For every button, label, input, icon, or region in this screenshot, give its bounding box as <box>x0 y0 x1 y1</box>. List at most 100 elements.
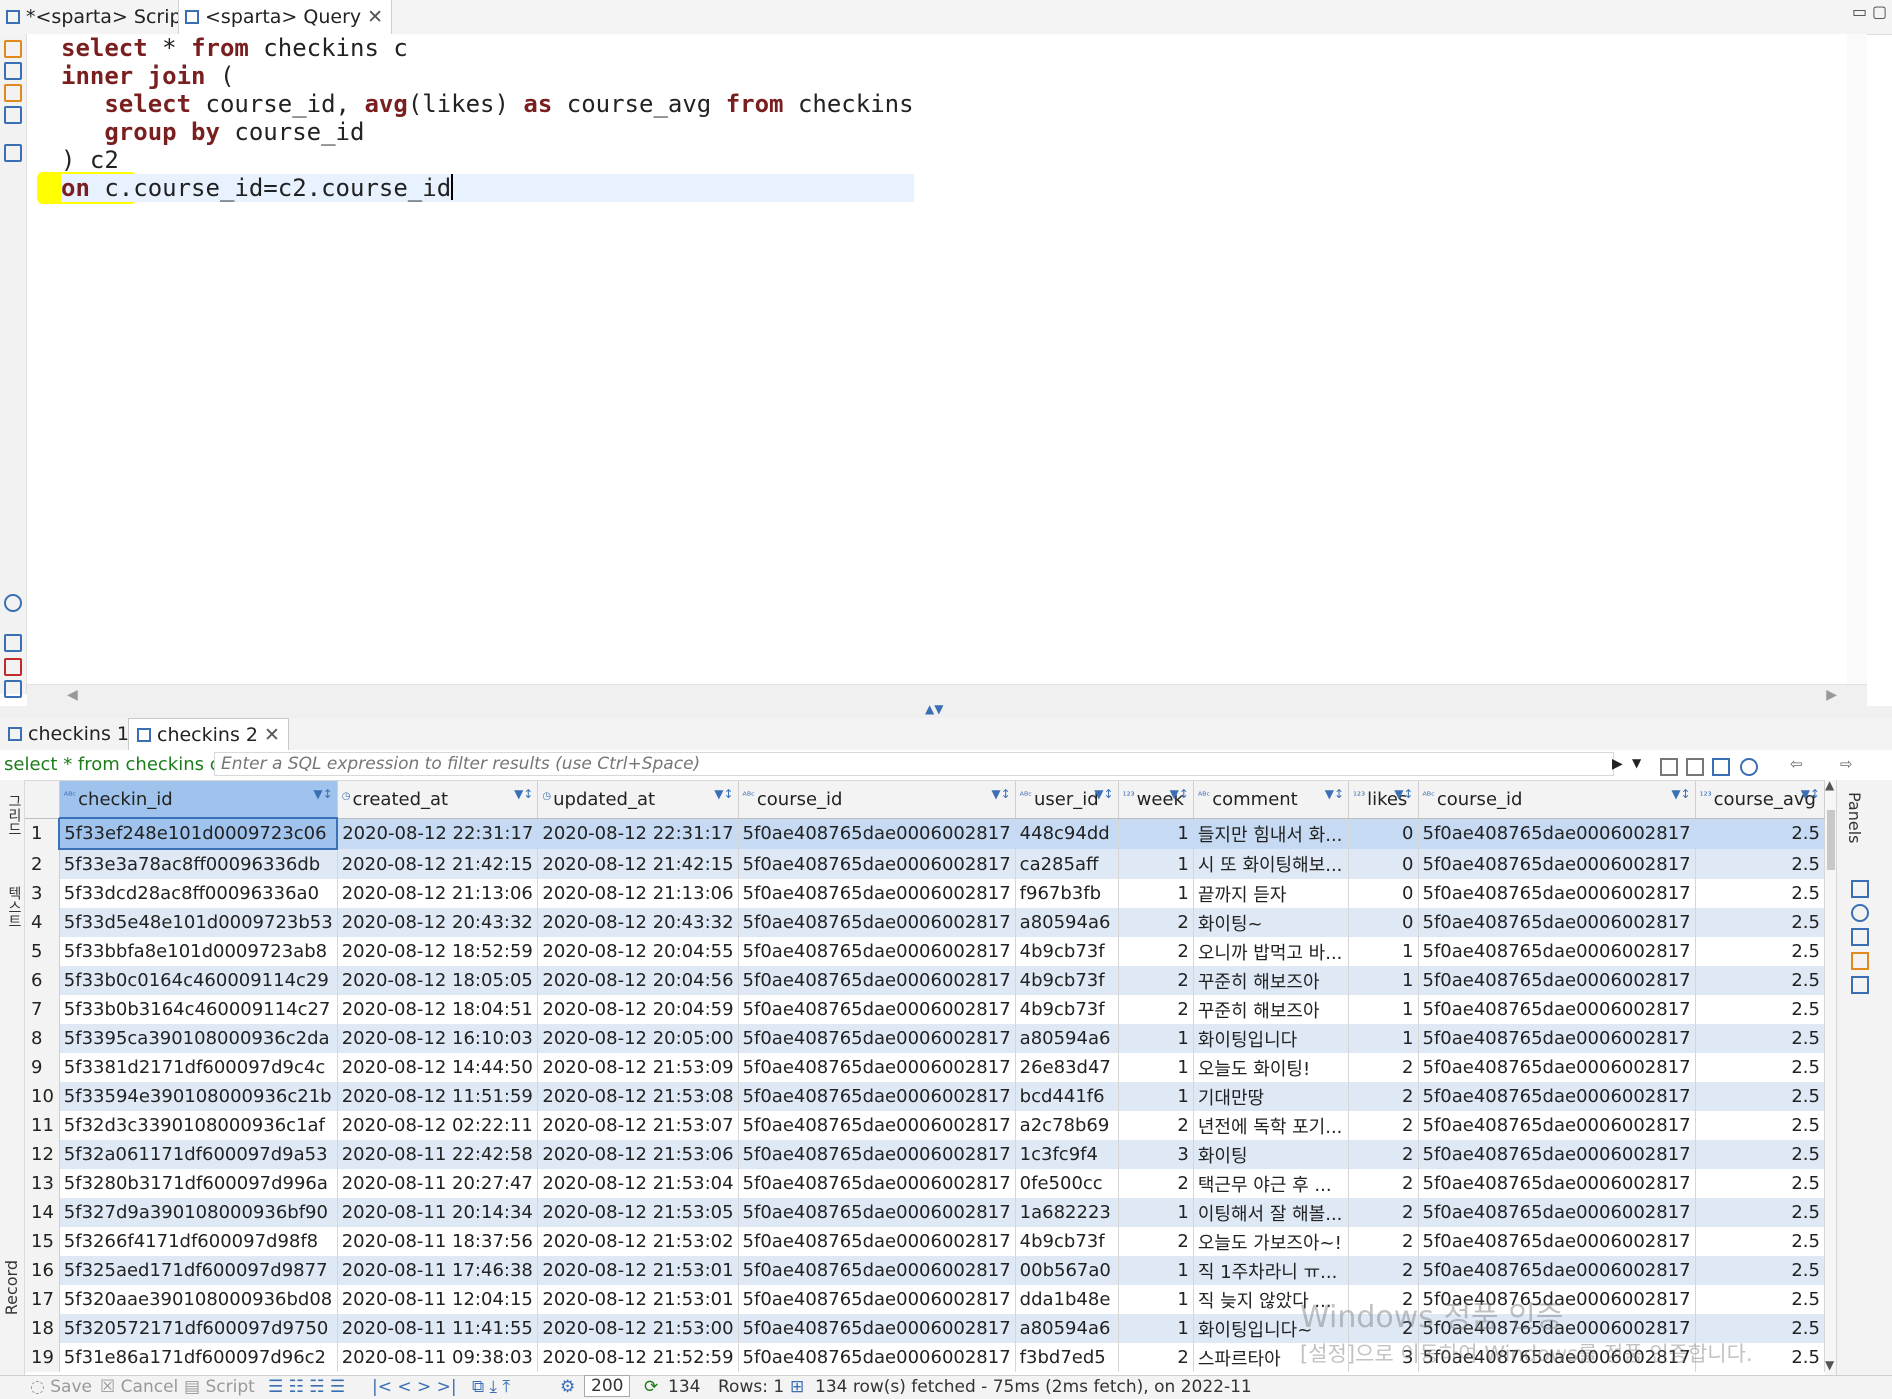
close-icon[interactable]: ✕ <box>367 6 383 28</box>
table-row[interactable]: 8 5f3395ca390108000936c2da 2020-08-12 16:1… <box>25 1024 1825 1053</box>
table-cell[interactable]: 1 <box>1348 966 1419 995</box>
table-row[interactable]: 3 5f33dcd28ac8ff00096336a0 2020-08-12 21:1… <box>25 879 1825 908</box>
explain-icon[interactable] <box>4 84 22 102</box>
fetch-settings-icon[interactable]: ⚙ <box>560 1377 575 1397</box>
link-icon[interactable] <box>1740 758 1758 776</box>
table-cell[interactable]: 1 <box>1118 1314 1194 1343</box>
table-cell[interactable]: 2 <box>1118 1169 1194 1198</box>
filter-settings-icon[interactable] <box>1686 758 1704 776</box>
panel-icon-2[interactable] <box>1851 904 1869 922</box>
script-button[interactable]: ▤ Script <box>184 1377 255 1397</box>
tab-query[interactable]: <sparta> Query ✕ <box>178 0 393 34</box>
sql-line[interactable]: select course_id, avg(likes) as course_a… <box>61 90 913 118</box>
table-cell[interactable]: 2020-08-12 21:52:59 <box>537 1343 739 1372</box>
filter-apply-icon[interactable]: ▶ <box>1612 756 1626 772</box>
editor-vertical-scrollbar[interactable] <box>1847 34 1867 684</box>
table-cell[interactable]: 0 <box>1348 818 1419 849</box>
scroll-thumb[interactable] <box>1827 810 1835 870</box>
minimize-icon[interactable]: ▭ <box>1852 2 1867 21</box>
table-cell[interactable]: 5f0ae408765dae0006002817 <box>738 1285 1016 1314</box>
table-cell[interactable]: 2020-08-11 17:46:38 <box>337 1256 539 1285</box>
table-cell[interactable]: 5f33dcd28ac8ff00096336a0 <box>59 879 338 908</box>
table-cell[interactable]: 2020-08-12 20:43:32 <box>537 908 739 937</box>
table-cell[interactable]: 2020-08-12 21:53:09 <box>537 1053 739 1082</box>
table-cell[interactable]: a80594a6 <box>1015 1314 1119 1343</box>
sort-filter-icon[interactable]: ▼↕ <box>714 787 733 801</box>
table-cell[interactable]: 2 <box>1118 995 1194 1024</box>
table-row[interactable]: 2 5f33e3a78ac8ff00096336db 2020-08-12 21:4… <box>25 849 1825 879</box>
table-cell[interactable]: 5f320aae390108000936bd08 <box>59 1285 338 1314</box>
table-cell[interactable]: 들지만 힘내서 화... <box>1193 818 1350 849</box>
column-header-week[interactable]: ¹²³ week ▼↕ <box>1118 781 1194 819</box>
table-cell[interactable]: 2.5 <box>1695 995 1825 1024</box>
table-cell[interactable]: 5f0ae408765dae0006002817 <box>738 908 1016 937</box>
table-cell[interactable]: 2020-08-12 22:31:17 <box>537 818 739 849</box>
table-cell[interactable]: 2.5 <box>1695 879 1825 908</box>
table-cell[interactable]: 5f32a061171df600097d9a53 <box>59 1140 338 1169</box>
table-cell[interactable]: 4b9cb73f <box>1015 966 1119 995</box>
table-cell[interactable]: 0 <box>1348 879 1419 908</box>
table-cell[interactable]: 2020-08-12 20:04:59 <box>537 995 739 1024</box>
fetch-size-input[interactable]: 200 <box>584 1375 631 1397</box>
table-cell[interactable]: 5f0ae408765dae0006002817 <box>1418 1140 1696 1169</box>
results-grid[interactable]: ᴬᴮᶜ checkin_id ▼↕ ◷ created_at ▼↕ ◷ updated_at ▼… <box>25 781 1825 1375</box>
table-cell[interactable]: 2020-08-12 21:53:04 <box>537 1169 739 1198</box>
editor-horizontal-scrollbar[interactable]: ◀ ▶ <box>27 684 1867 707</box>
table-row[interactable]: 7 5f33b0b3164c460009114c27 2020-08-12 18:0… <box>25 995 1825 1024</box>
table-cell[interactable]: 2.5 <box>1695 1169 1825 1198</box>
table-cell[interactable]: 5f33ef248e101d0009723c06 <box>58 817 339 850</box>
table-cell[interactable]: 2020-08-11 09:38:03 <box>337 1343 539 1372</box>
settings-icon[interactable] <box>4 594 22 612</box>
table-cell[interactable]: 2020-08-11 22:42:58 <box>337 1140 539 1169</box>
table-cell[interactable]: 2 <box>1118 966 1194 995</box>
table-cell[interactable]: 2.5 <box>1695 937 1825 966</box>
scroll-left-icon[interactable]: ◀ <box>67 687 78 703</box>
sql-line[interactable]: group by course_id <box>61 118 914 146</box>
clear-filter-icon[interactable] <box>1660 758 1678 776</box>
table-cell[interactable]: 2 <box>1348 1111 1419 1140</box>
table-cell[interactable]: 5f320572171df600097d9750 <box>59 1314 338 1343</box>
export-icons[interactable]: ⧉ ⤓ ⤒ <box>472 1377 510 1397</box>
table-cell[interactable]: 2020-08-12 14:44:50 <box>337 1053 539 1082</box>
table-cell[interactable]: 5f33594e390108000936c21b <box>59 1082 338 1111</box>
sql-line[interactable]: select * from checkins c <box>61 34 914 62</box>
table-cell[interactable]: ca285aff <box>1015 849 1119 879</box>
table-cell[interactable]: 화이팅 <box>1193 1140 1350 1169</box>
table-cell[interactable]: 1 <box>1118 1024 1194 1053</box>
table-cell[interactable]: 5f0ae408765dae0006002817 <box>738 966 1016 995</box>
table-cell[interactable]: 5f327d9a390108000936bf90 <box>59 1198 338 1227</box>
sort-filter-icon[interactable]: ▼↕ <box>1325 787 1344 801</box>
table-cell[interactable]: 2 <box>1348 1198 1419 1227</box>
table-cell[interactable]: 2020-08-12 02:22:11 <box>337 1111 539 1140</box>
table-cell[interactable]: 5f0ae408765dae0006002817 <box>1418 818 1696 849</box>
table-cell[interactable]: 5f3280b3171df600097d996a <box>59 1169 338 1198</box>
table-cell[interactable]: 1 <box>1118 879 1194 908</box>
table-cell[interactable]: 1c3fc9f4 <box>1015 1140 1119 1169</box>
table-cell[interactable]: 5f3381d2171df600097d9c4c <box>59 1053 338 1082</box>
filter-input[interactable] <box>214 752 1614 776</box>
export-icon[interactable] <box>4 634 22 652</box>
table-cell[interactable]: 1 <box>1118 1198 1194 1227</box>
table-row[interactable]: 5 5f33bbfa8e101d0009723ab8 2020-08-12 18:5… <box>25 937 1825 966</box>
table-cell[interactable]: 5f0ae408765dae0006002817 <box>738 937 1016 966</box>
table-cell[interactable]: 2020-08-12 21:13:06 <box>337 879 539 908</box>
table-cell[interactable]: 년전에 독학 포기... <box>1193 1111 1350 1140</box>
table-cell[interactable]: 기대만땅 <box>1193 1082 1350 1111</box>
save-button[interactable]: ◌ Save <box>30 1377 92 1397</box>
forward-icon[interactable]: ⇨ <box>1840 755 1854 773</box>
table-cell[interactable]: 2020-08-12 16:10:03 <box>337 1024 539 1053</box>
table-cell[interactable]: 끝까지 듣자 <box>1193 879 1350 908</box>
table-cell[interactable]: 1 <box>1348 937 1419 966</box>
outline-icon[interactable] <box>4 680 22 698</box>
table-cell[interactable]: 2020-08-11 18:37:56 <box>337 1227 539 1256</box>
table-cell[interactable]: 2020-08-12 18:52:59 <box>337 937 539 966</box>
table-cell[interactable]: dda1b48e <box>1015 1285 1119 1314</box>
table-cell[interactable]: a80594a6 <box>1015 908 1119 937</box>
table-cell[interactable]: 5f33e3a78ac8ff00096336db <box>59 849 338 879</box>
table-cell[interactable]: 1 <box>1348 995 1419 1024</box>
table-cell[interactable]: 이팅해서 잘 해볼... <box>1193 1198 1350 1227</box>
table-cell[interactable]: 2020-08-11 12:04:15 <box>337 1285 539 1314</box>
table-cell[interactable]: 26e83d47 <box>1015 1053 1119 1082</box>
tab-script[interactable]: *<sparta> Script <box>0 0 197 34</box>
table-cell[interactable]: f3bd7ed5 <box>1015 1343 1119 1372</box>
